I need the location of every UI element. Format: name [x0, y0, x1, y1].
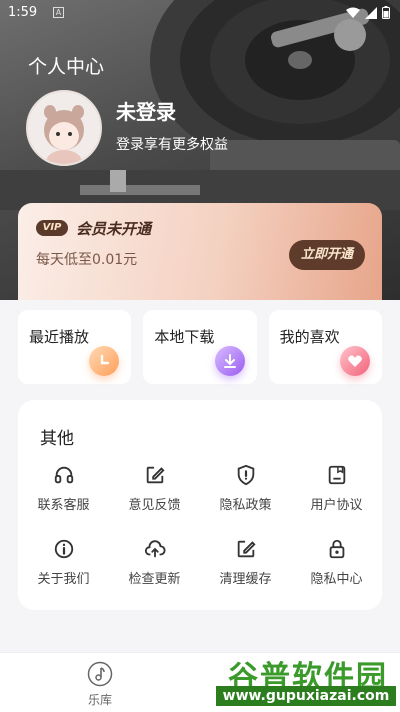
privacy-policy-item[interactable]: 隐私政策 [200, 460, 291, 516]
signal-icon [365, 6, 377, 19]
check-update-label: 检查更新 [128, 572, 181, 587]
clear-cache-item[interactable]: 清理缓存 [200, 534, 291, 590]
status-bar: 1:59 A [0, 0, 400, 26]
tab-music-library[interactable]: 乐库 [80, 661, 120, 709]
wifi-icon [346, 7, 360, 18]
music-note-icon [87, 661, 113, 687]
vip-card[interactable]: VIP 会员未开通 每天低至0.01元 立即开通 [18, 203, 382, 300]
status-icons [346, 6, 390, 19]
about-us-label: 关于我们 [37, 572, 90, 587]
clear-cache-label: 清理缓存 [219, 572, 272, 587]
user-agreement-item[interactable]: 用户协议 [291, 460, 382, 516]
user-name[interactable]: 未登录 [116, 96, 176, 125]
my-favorites-label: 我的喜欢 [279, 328, 340, 346]
local-download-label: 本地下载 [154, 328, 215, 346]
recent-play-card[interactable]: 最近播放 [18, 310, 132, 384]
avatar-cartoon-icon [28, 92, 100, 164]
user-agreement-label: 用户协议 [310, 498, 363, 513]
vip-price-text: 每天低至0.01元 [36, 252, 138, 268]
download-icon [214, 346, 245, 376]
contact-service-item[interactable]: 联系客服 [18, 460, 109, 516]
watermark-url: www.gupuxiazai.com [216, 686, 396, 706]
vip-badge: VIP [36, 220, 68, 236]
privacy-center-item[interactable]: 隐私中心 [291, 534, 382, 590]
contact-service-label: 联系客服 [37, 498, 90, 513]
others-section: 其他 联系客服 意见反馈 隐私政策 用户协议 关于我们 检查更新 清理缓存 隐私… [18, 400, 382, 610]
page-title: 个人中心 [28, 56, 105, 78]
feedback-label: 意见反馈 [128, 498, 181, 513]
document-icon [328, 465, 345, 485]
profile-header: 1:59 A 个人中心 未登录 登录享有更多权益 VIP 会员未开通 每天低至0… [0, 0, 400, 300]
battery-icon [382, 6, 390, 19]
open-vip-button[interactable]: 立即开通 [289, 240, 365, 270]
privacy-center-label: 隐私中心 [310, 572, 363, 587]
bottom-nav: 乐库 谷普软件园 www.gupuxiazai.com [0, 652, 400, 712]
info-icon [54, 539, 73, 559]
feedback-item[interactable]: 意见反馈 [109, 460, 200, 516]
cloud-upload-icon [144, 540, 166, 558]
edit-icon [237, 540, 256, 558]
avatar[interactable] [26, 90, 102, 166]
clock-icon [89, 346, 120, 376]
check-update-item[interactable]: 检查更新 [109, 534, 200, 590]
status-time: 1:59 [8, 5, 38, 20]
local-download-card[interactable]: 本地下载 [143, 310, 257, 384]
vip-title: 会员未开通 [76, 220, 152, 238]
recent-play-label: 最近播放 [29, 328, 90, 346]
privacy-policy-label: 隐私政策 [219, 498, 272, 513]
site-watermark: 谷普软件园 www.gupuxiazai.com [216, 652, 396, 706]
others-title: 其他 [40, 429, 74, 449]
lock-icon [329, 539, 344, 559]
my-favorites-card[interactable]: 我的喜欢 [268, 310, 382, 384]
shield-icon [237, 464, 254, 486]
user-subtitle: 登录享有更多权益 [116, 137, 228, 153]
headset-icon [54, 466, 73, 484]
about-us-item[interactable]: 关于我们 [18, 534, 109, 590]
edit-icon [146, 466, 165, 484]
tab-music-label: 乐库 [87, 693, 112, 707]
others-grid: 联系客服 意见反馈 隐私政策 用户协议 关于我们 检查更新 清理缓存 隐私中心 [18, 460, 382, 590]
notification-icon: A [53, 7, 64, 18]
quick-cards: 最近播放 本地下载 我的喜欢 [18, 310, 382, 384]
heart-icon [339, 346, 370, 376]
